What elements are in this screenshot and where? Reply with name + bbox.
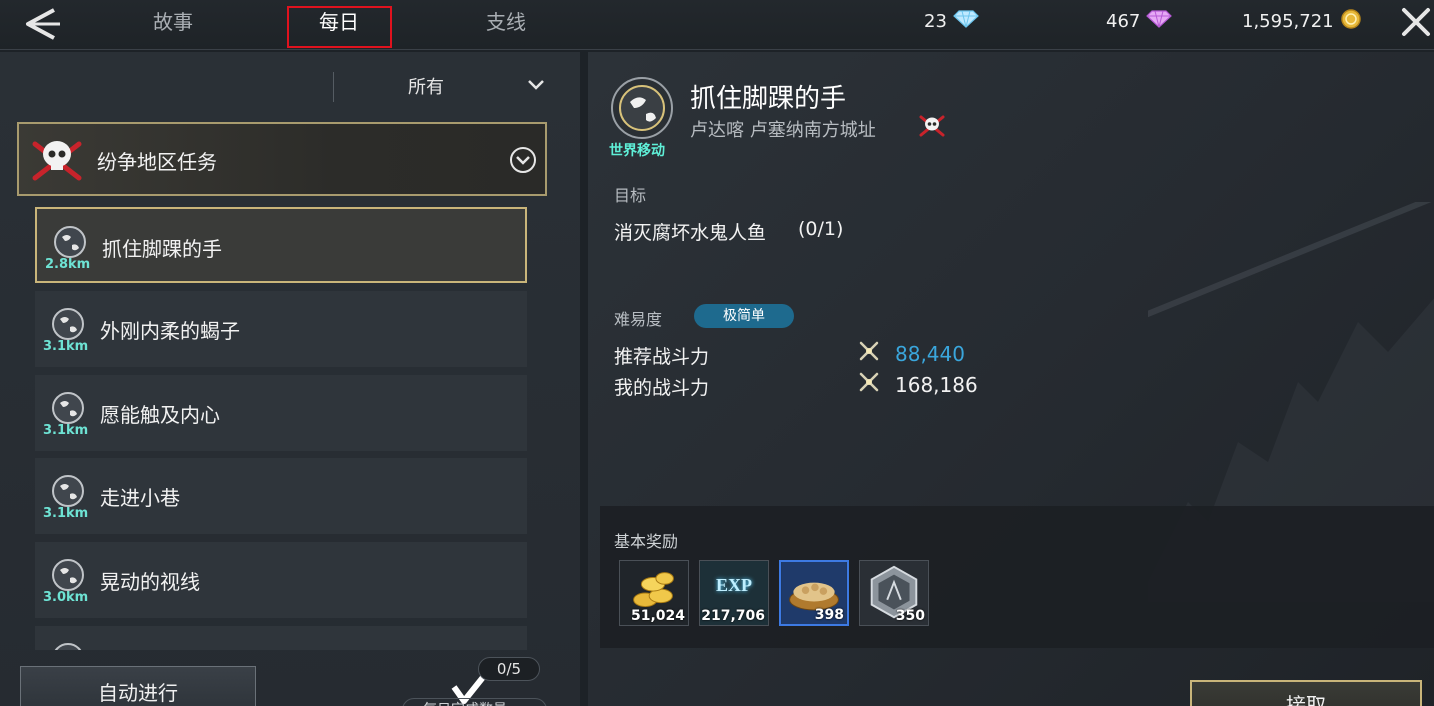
reward-quantity: 398: [814, 607, 844, 623]
my-power-value: 168,186: [895, 373, 978, 397]
reward-heading: 基本奖励: [614, 532, 679, 551]
tab-story[interactable]: 故事: [118, 0, 228, 46]
globe-icon: [51, 391, 85, 425]
purple-diamond-icon: [1146, 9, 1173, 33]
currency-blue-diamond[interactable]: 23: [924, 0, 979, 42]
my-power-label: 我的战斗力: [614, 377, 710, 399]
reward-quantity: 217,706: [701, 608, 765, 624]
quest-title: 抓住脚踝的手: [102, 237, 222, 261]
blue-diamond-icon: [953, 9, 979, 33]
list-item[interactable]: 2.8km 抓住脚踝的手: [35, 207, 527, 283]
quest-title: 愿能触及内心: [100, 403, 220, 427]
conflict-zone-icon: [918, 114, 946, 138]
objective-heading: 目标: [614, 186, 647, 205]
objective-progress: (0/1): [798, 218, 844, 240]
globe-icon: [53, 225, 87, 259]
quest-distance: 3.0km: [43, 590, 89, 605]
quest-location: 卢达喀 卢塞纳南方城址: [690, 120, 876, 141]
list-item[interactable]: 3.1km 外刚内柔的蝎子: [35, 291, 527, 367]
globe-icon: [51, 558, 85, 592]
auto-proceed-button[interactable]: 自动进行: [20, 666, 256, 706]
daily-completion-count: 0/5: [478, 657, 540, 681]
objective-text: 消灭腐坏水鬼人鱼: [614, 222, 767, 244]
reward-quantity: 350: [895, 608, 925, 624]
reward-emblem[interactable]: 350: [859, 560, 929, 626]
category-header-conflict[interactable]: 纷争地区任务: [17, 122, 547, 196]
quest-distance: 3.1km: [43, 506, 89, 521]
difficulty-heading: 难易度: [614, 310, 663, 329]
currency-value: 467: [1106, 10, 1141, 32]
accept-button[interactable]: 接取: [1190, 680, 1422, 706]
daily-completion-label: 每日完成数量: [402, 698, 547, 706]
exp-art-text: EXP: [716, 575, 752, 595]
category-label: 纷争地区任务: [97, 150, 217, 174]
list-item[interactable]: 3.1km 愿能触及内心: [35, 375, 527, 451]
filter-label: 所有: [408, 77, 444, 98]
list-item[interactable]: 3.0km 晃动的视线: [35, 542, 527, 618]
filter-dropdown[interactable]: 所有: [340, 67, 560, 103]
tab-daily-highlight: [287, 6, 392, 48]
filter-divider: [333, 72, 334, 102]
globe-icon: [51, 307, 85, 341]
currency-value: 1,595,721: [1242, 10, 1334, 32]
currency-gold[interactable]: 1,595,721: [1242, 0, 1362, 42]
top-bar: 故事 每日 支线 23 467 1,595,721: [0, 0, 1434, 50]
crossed-swords-icon: [858, 371, 880, 393]
globe-icon: [51, 474, 85, 508]
list-item[interactable]: [35, 626, 527, 650]
chevron-down-icon: [526, 75, 546, 95]
list-item[interactable]: 3.1km 走进小巷: [35, 458, 527, 534]
quest-title: 走进小巷: [100, 486, 180, 510]
world-travel-icon[interactable]: [610, 76, 674, 140]
collapse-toggle-icon[interactable]: [509, 146, 537, 174]
quest-detail-panel: 世界移动 抓住脚踝的手 卢达喀 卢塞纳南方城址 目标 消灭腐坏水鬼人鱼 (0/1…: [588, 52, 1434, 706]
difficulty-badge: 极简单: [694, 304, 794, 328]
crossed-swords-icon: [858, 340, 880, 362]
quest-distance: 3.1km: [43, 339, 89, 354]
world-travel-label: 世界移动: [609, 143, 665, 159]
quest-title: 抓住脚踝的手: [690, 84, 847, 114]
globe-icon: [51, 642, 85, 650]
reward-exp[interactable]: EXP 217,706: [699, 560, 769, 626]
quest-list-panel: 所有 纷争地区任务 2.8km 抓住脚踝的手 3.1km 外刚内柔的蝎子 3.1…: [0, 52, 580, 706]
quest-distance: 3.1km: [43, 423, 89, 438]
quest-title: 外刚内柔的蝎子: [100, 319, 240, 343]
reward-quantity: 51,024: [630, 608, 685, 624]
reward-panel: 基本奖励 51,024 EXP 217,706 398 350: [600, 506, 1434, 648]
currency-value: 23: [924, 10, 947, 32]
recommended-power-value: 88,440: [895, 342, 965, 366]
quest-title: 晃动的视线: [100, 570, 200, 594]
close-icon[interactable]: [1398, 4, 1434, 40]
currency-purple-diamond[interactable]: 467: [1106, 0, 1173, 42]
quest-distance: 2.8km: [45, 257, 91, 272]
recommended-power-label: 推荐战斗力: [614, 346, 710, 368]
reward-food[interactable]: 398: [779, 560, 849, 626]
quest-list[interactable]: 2.8km 抓住脚踝的手 3.1km 外刚内柔的蝎子 3.1km 愿能触及内心 …: [35, 207, 527, 650]
tab-side[interactable]: 支线: [451, 0, 561, 46]
gold-coin-icon: [1340, 8, 1362, 35]
crossed-swords-skull-icon: [29, 134, 85, 184]
reward-gold[interactable]: 51,024: [619, 560, 689, 626]
back-arrow-icon[interactable]: [20, 6, 64, 42]
